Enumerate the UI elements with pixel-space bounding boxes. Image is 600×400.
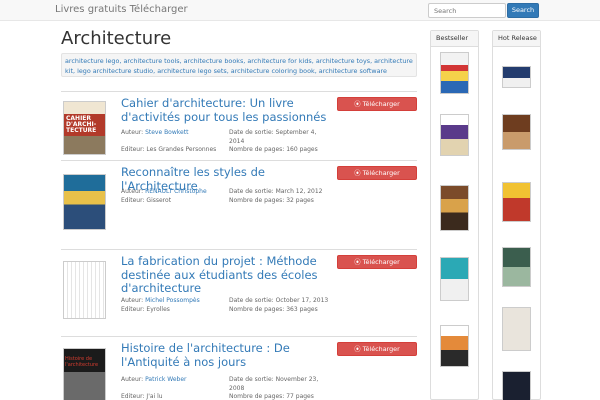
book-meta-left: Auteur: Michel Possompès Editeur: Eyroll… [121, 297, 223, 314]
book-item: CAHIER D'ARCHI-TECTURE Cahier d'architec… [61, 91, 417, 169]
pages-value: 32 pages [286, 196, 314, 204]
tag-link[interactable]: architecture lego sets [157, 67, 227, 75]
pages-label: Nombre de pages: [229, 305, 285, 313]
book-meta-right: Date de sortie: September 4, 2014 Nombre… [229, 129, 329, 155]
cover-text: CAHIER D'ARCHI-TECTURE [64, 114, 105, 136]
hot-release-panel: Hot Release [492, 30, 541, 400]
author-link[interactable]: RENAULT Christophe [145, 188, 207, 195]
hot-release-book-thumb[interactable] [502, 114, 531, 150]
page-title: Architecture [61, 28, 172, 49]
hot-release-book-thumb[interactable] [502, 66, 531, 88]
publisher-value: J'ai lu [146, 392, 163, 400]
release-value: March 12, 2012 [275, 188, 323, 195]
author-label: Auteur: [121, 129, 144, 136]
hot-release-book-thumb[interactable] [502, 307, 531, 351]
book-title-link[interactable]: Histoire de l'architecture : De l'Antiqu… [121, 341, 331, 369]
book-cover[interactable]: Histoire de l'architecture [63, 348, 106, 400]
author-link[interactable]: Steve Bowkett [145, 129, 188, 136]
search-input[interactable] [428, 3, 506, 18]
release-label: Date de sortie: [229, 129, 274, 136]
pages-value: 160 pages [286, 146, 318, 153]
pages-label: Nombre de pages: [229, 146, 285, 153]
book-meta-left: Auteur: Steve Bowkett Editeur: Les Grand… [121, 129, 223, 154]
book-meta-right: Date de sortie: October 17, 2013 Nombre … [229, 297, 329, 314]
bestseller-heading: Bestseller [431, 31, 478, 47]
author-link[interactable]: Patrick Weber [145, 376, 186, 383]
book-item: Reconnaître les styles de l'Architecture… [61, 160, 417, 242]
tag-link[interactable]: architecture tools [123, 57, 179, 65]
pages-label: Nombre de pages: [229, 393, 285, 400]
tag-link[interactable]: architecture lego [65, 57, 119, 65]
author-label: Auteur: [121, 188, 144, 195]
cover-text: Histoire de l'architecture [65, 356, 99, 368]
book-cover[interactable] [63, 261, 106, 319]
publisher-label: Editeur: [121, 196, 145, 204]
tag-link[interactable]: architecture for kids [247, 57, 311, 65]
release-label: Date de sortie: [229, 297, 274, 304]
tag-link[interactable]: architecture software [319, 67, 387, 75]
book-title-link[interactable]: Cahier d'architecture: Un livre d'activi… [121, 96, 331, 124]
pages-value: 77 pages [286, 393, 314, 400]
site-brand-link[interactable]: Livres gratuits Télécharger [55, 4, 188, 15]
pages-value: 363 pages [286, 305, 318, 313]
tag-link[interactable]: architecture toys [316, 57, 370, 65]
author-label: Auteur: [121, 376, 144, 383]
download-button[interactable]: ⦿ Télécharger [337, 342, 417, 356]
download-button[interactable]: ⦿ Télécharger [337, 255, 417, 269]
book-item: La fabrication du projet : Méthode desti… [61, 249, 417, 339]
book-meta-right: Date de sortie: November 23, 2008 Nombre… [229, 376, 329, 400]
hot-release-book-thumb[interactable] [502, 371, 531, 400]
release-label: Date de sortie: [229, 376, 274, 383]
navbar: Livres gratuits Télécharger Search [0, 0, 600, 21]
tag-link[interactable]: architecture books [184, 57, 244, 65]
book-meta-left: Auteur: RENAULT Christophe Editeur: Giss… [121, 188, 223, 205]
bestseller-book-thumb[interactable] [440, 52, 469, 94]
publisher-label: Editeur: [121, 305, 145, 313]
pages-label: Nombre de pages: [229, 196, 285, 204]
search-button[interactable]: Search [507, 3, 539, 18]
publisher-value: Gisserot [146, 196, 172, 204]
bestseller-book-thumb[interactable] [440, 257, 469, 301]
hot-release-heading: Hot Release [493, 31, 540, 47]
book-meta-right: Date de sortie: March 12, 2012 Nombre de… [229, 188, 329, 205]
bestseller-book-thumb[interactable] [440, 185, 469, 231]
hot-release-book-thumb[interactable] [502, 247, 531, 287]
download-button[interactable]: ⦿ Télécharger [337, 97, 417, 111]
book-cover[interactable] [63, 174, 106, 230]
book-meta-left: Auteur: Patrick Weber Editeur: J'ai lu [121, 376, 223, 400]
bestseller-book-thumb[interactable] [440, 114, 469, 156]
book-cover[interactable]: CAHIER D'ARCHI-TECTURE [63, 101, 106, 155]
publisher-value: Les Grandes Personnes [146, 145, 217, 153]
release-value: October 17, 2013 [275, 297, 329, 304]
release-label: Date de sortie: [229, 188, 274, 195]
author-label: Auteur: [121, 297, 144, 304]
publisher-label: Editeur: [121, 392, 145, 400]
book-item: Histoire de l'architecture Histoire de l… [61, 336, 417, 400]
tag-link[interactable]: lego architecture studio [77, 67, 153, 75]
hot-release-book-thumb[interactable] [502, 182, 531, 222]
download-button[interactable]: ⦿ Télécharger [337, 166, 417, 180]
tag-link[interactable]: architecture coloring book [231, 67, 315, 75]
bestseller-panel: Bestseller [430, 30, 479, 400]
tag-list: architecture lego, architecture tools, a… [61, 53, 417, 77]
author-link[interactable]: Michel Possompès [145, 297, 200, 304]
publisher-label: Editeur: [121, 145, 145, 153]
publisher-value: Eyrolles [146, 305, 170, 313]
bestseller-book-thumb[interactable] [440, 325, 469, 367]
book-title-link[interactable]: La fabrication du projet : Méthode desti… [121, 254, 331, 296]
